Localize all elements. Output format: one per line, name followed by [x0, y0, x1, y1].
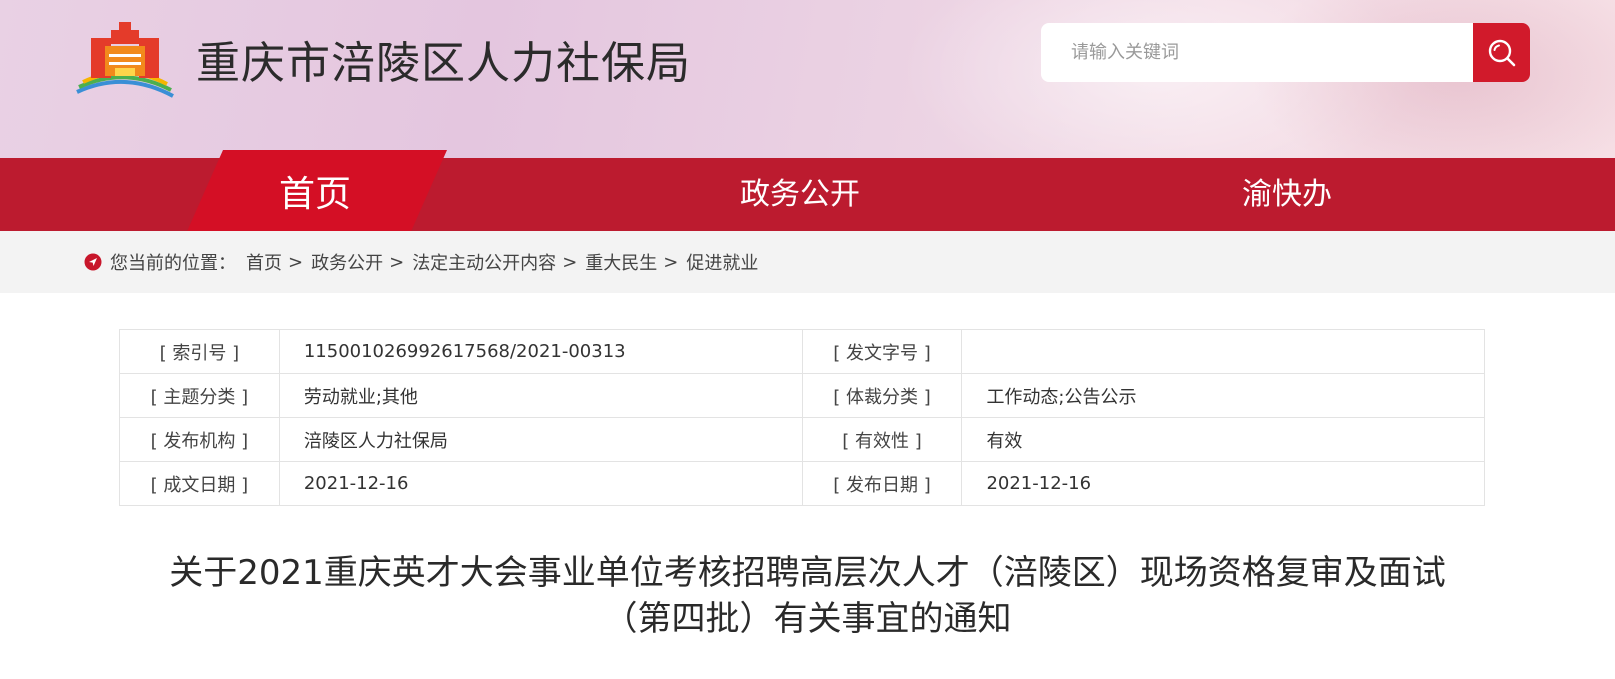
breadcrumb: 您当前的位置： 首页 > 政务公开 > 法定主动公开内容 > 重大民生 > 促进… [84, 231, 758, 293]
search-button[interactable] [1473, 23, 1530, 82]
info-value: 115001026992617568/2021-00313 [278, 329, 803, 374]
breadcrumb-prefix: 您当前的位置： [110, 253, 236, 274]
info-label: [ 索引号 ] [119, 329, 280, 374]
info-value: 2021-12-16 [961, 461, 1485, 506]
info-label: [ 主题分类 ] [119, 373, 280, 418]
info-value: 工作动态;公告公示 [961, 373, 1485, 418]
table-row: [ 成文日期 ] 2021-12-16 [ 发布日期 ] 2021-12-16 [119, 461, 1485, 506]
article-title: 关于2021重庆英才大会事业单位考核招聘高层次人才（涪陵区）现场资格复审及面试 … [100, 550, 1515, 642]
breadcrumb-link-livelihood[interactable]: 重大民生 [585, 249, 657, 275]
info-value: 劳动就业;其他 [278, 373, 803, 418]
breadcrumb-separator: > [288, 251, 304, 273]
table-row: [ 发布机构 ] 涪陵区人力社保局 [ 有效性 ] 有效 [119, 417, 1485, 462]
info-label: [ 体裁分类 ] [801, 373, 963, 418]
info-value [961, 329, 1485, 374]
info-label: [ 成文日期 ] [119, 461, 280, 506]
info-value: 2021-12-16 [278, 461, 803, 506]
nav-item-gov-affairs[interactable]: 政务公开 [700, 158, 900, 231]
document-info-table: [ 索引号 ] 115001026992617568/2021-00313 [ … [119, 329, 1485, 506]
info-value: 涪陵区人力社保局 [278, 417, 803, 462]
breadcrumb-separator: > [562, 251, 578, 273]
info-value: 有效 [961, 417, 1485, 462]
info-label: [ 发布日期 ] [801, 461, 963, 506]
site-title[interactable]: 重庆市涪陵区人力社保局 [196, 36, 691, 92]
tiananmen-logo-icon[interactable] [75, 20, 175, 100]
breadcrumb-link-home[interactable]: 首页 [246, 249, 282, 275]
breadcrumb-separator: > [663, 251, 679, 273]
info-label: [ 有效性 ] [801, 417, 963, 462]
table-row: [ 索引号 ] 115001026992617568/2021-00313 [ … [119, 329, 1485, 374]
breadcrumb-link-gov-affairs[interactable]: 政务公开 [311, 249, 383, 275]
search-input[interactable] [1041, 23, 1473, 82]
breadcrumb-link-employment[interactable]: 促进就业 [686, 249, 758, 275]
breadcrumb-separator: > [389, 251, 405, 273]
search-icon [1488, 39, 1515, 66]
breadcrumb-link-statutory[interactable]: 法定主动公开内容 [412, 249, 556, 275]
article-title-line: 关于2021重庆英才大会事业单位考核招聘高层次人才（涪陵区）现场资格复审及面试 [169, 553, 1446, 593]
nav-item-yukuaiban[interactable]: 渝快办 [1187, 158, 1387, 231]
info-label: [ 发布机构 ] [119, 417, 280, 462]
nav-item-home[interactable]: 首页 [245, 158, 385, 231]
location-pin-icon [84, 253, 102, 271]
table-row: [ 主题分类 ] 劳动就业;其他 [ 体裁分类 ] 工作动态;公告公示 [119, 373, 1485, 418]
info-label: [ 发文字号 ] [801, 329, 963, 374]
article-title-line: （第四批）有关事宜的通知 [603, 599, 1012, 639]
